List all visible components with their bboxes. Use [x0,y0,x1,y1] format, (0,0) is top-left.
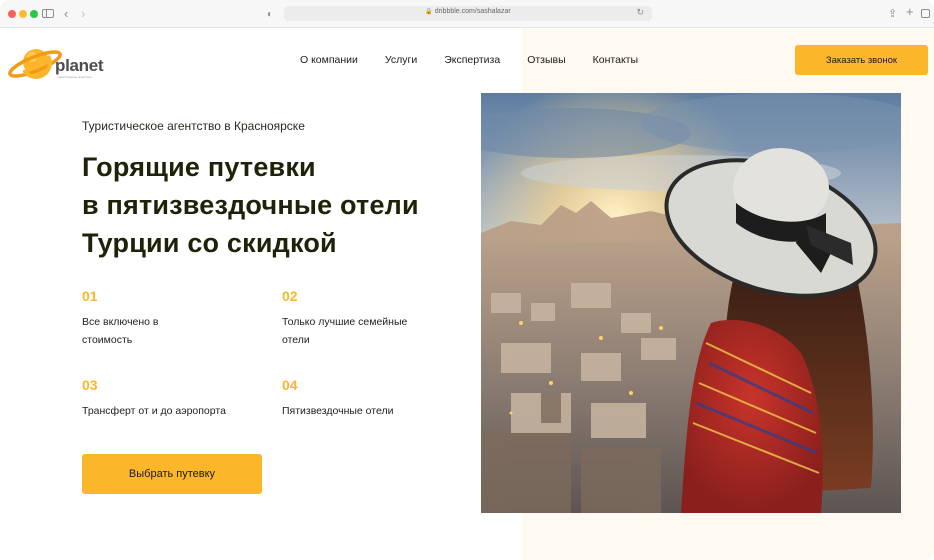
feature-number: 03 [82,377,98,393]
hero-photo [481,93,901,513]
hero-subtitle: Туристическое агентство в Красноярске [82,119,305,133]
feature-item: 04 Пятизвездочные отели [282,377,472,420]
zoom-window-button[interactable] [30,10,38,18]
feature-number: 02 [282,288,298,304]
feature-number: 01 [82,288,98,304]
browser-toolbar: ‹ › ◐ 🔒 dribbble.com/sashalazar ↻ ⇪ + [0,0,934,28]
nav-item-reviews[interactable]: Отзывы [527,54,565,68]
nav-item-expertise[interactable]: Экспертиза [444,54,500,68]
feature-number: 04 [282,377,298,393]
request-call-button[interactable]: Заказать звонок [795,45,928,75]
nav-item-about[interactable]: О компании [300,54,358,68]
hero-image [481,93,901,513]
address-text: 🔒 dribbble.com/sashalazar [284,8,652,15]
url-text: dribbble.com/sashalazar [434,8,511,15]
tab-overview-icon[interactable] [921,9,930,18]
logo-wordmark: planet [55,56,104,75]
sidebar-toggle-icon[interactable] [42,9,54,18]
lock-icon: 🔒 [425,9,433,15]
feature-item: 01 Все включено в стоимость [82,288,272,349]
main-navigation: О компании Услуги Экспертиза Отзывы Конт… [300,54,665,68]
back-icon[interactable]: ‹ [64,7,68,21]
browser-window: ‹ › ◐ 🔒 dribbble.com/sashalazar ↻ ⇪ + pla… [0,0,934,560]
feature-item: 02 Только лучшие семейные отели [282,288,472,349]
close-window-button[interactable] [8,10,16,18]
feature-item: 03 Трансферт от и до аэропорта [82,377,272,420]
feature-text: Пятизвездочные отели [282,405,394,417]
nav-item-services[interactable]: Услуги [385,54,417,68]
hero-headline: Горящие путевки в пятизвездочные отели Т… [82,148,482,262]
minimize-window-button[interactable] [19,10,27,18]
feature-text: Все включено в стоимость [82,316,159,346]
headline-line-3: Турции со скидкой [82,228,337,258]
logo[interactable]: planet туристическое агентство [8,40,108,84]
address-bar[interactable]: 🔒 dribbble.com/sashalazar ↻ [284,6,652,21]
privacy-shield-icon[interactable]: ◐ [267,8,273,22]
choose-tour-button[interactable]: Выбрать путевку [82,454,262,494]
web-page: planet туристическое агентство О компани… [0,28,934,560]
feature-text: Трансферт от и до аэропорта [82,405,226,417]
headline-line-1: Горящие путевки [82,152,316,182]
share-icon[interactable]: ⇪ [888,7,897,21]
reload-icon[interactable]: ↻ [636,7,644,18]
new-tab-icon[interactable]: + [906,5,914,19]
logo-tagline: туристическое агентство [57,75,92,79]
forward-icon[interactable]: › [81,7,85,21]
nav-item-contacts[interactable]: Контакты [593,54,638,68]
feature-text: Только лучшие семейные отели [282,316,408,346]
headline-line-2: в пятизвездочные отели [82,190,419,220]
